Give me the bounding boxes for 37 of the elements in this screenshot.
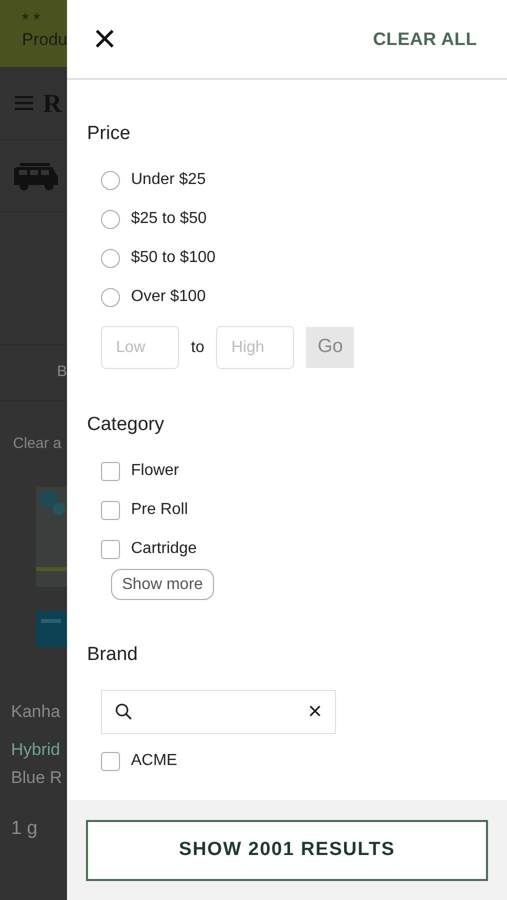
van-icon — [12, 160, 60, 190]
menu-icon[interactable] — [15, 96, 33, 110]
radio-button[interactable] — [101, 210, 120, 228]
checkbox[interactable] — [101, 752, 120, 770]
banner-stars: * * — [22, 10, 41, 30]
close-button[interactable]: × — [93, 19, 116, 59]
option-label: $25 to $50 — [131, 209, 207, 229]
product-flavor: Blue R — [11, 768, 64, 788]
section-title: Category — [87, 414, 166, 436]
radio-button[interactable] — [101, 248, 120, 268]
low-price-field[interactable]: Low — [101, 326, 179, 369]
option-label: Flower — [131, 461, 180, 481]
option-label: Pre Roll — [131, 500, 188, 520]
clear-all-button[interactable]: CLEAR ALL — [372, 26, 477, 52]
radio-button[interactable] — [101, 170, 120, 190]
option-label: Over $100 — [131, 287, 206, 307]
option-label: ACME — [131, 751, 178, 771]
section-title: Brand — [87, 644, 139, 666]
high-price-field[interactable]: High — [216, 326, 294, 369]
brand-search-field[interactable]: × — [101, 690, 336, 734]
tab-label[interactable]: B — [57, 361, 67, 384]
checkbox[interactable] — [101, 500, 120, 520]
checkbox[interactable] — [101, 540, 120, 558]
show-results-button[interactable]: SHOW 2001 RESULTS — [86, 820, 488, 880]
option-label: $50 to $100 — [131, 248, 216, 268]
option-label: Under $25 — [131, 170, 206, 190]
product-name: Kanha — [11, 702, 62, 722]
option-label: Cartridge — [131, 539, 197, 559]
clear-search-button[interactable]: × — [308, 700, 322, 724]
show-more-button[interactable]: Show more — [111, 569, 214, 600]
section-title: Price — [87, 123, 132, 145]
product-strain: Hybrid — [11, 740, 62, 760]
search-icon — [115, 703, 133, 721]
radio-button[interactable] — [101, 288, 120, 306]
to-label: to — [191, 338, 204, 358]
checkbox[interactable] — [101, 462, 120, 480]
product-size: 1 g — [11, 818, 38, 840]
